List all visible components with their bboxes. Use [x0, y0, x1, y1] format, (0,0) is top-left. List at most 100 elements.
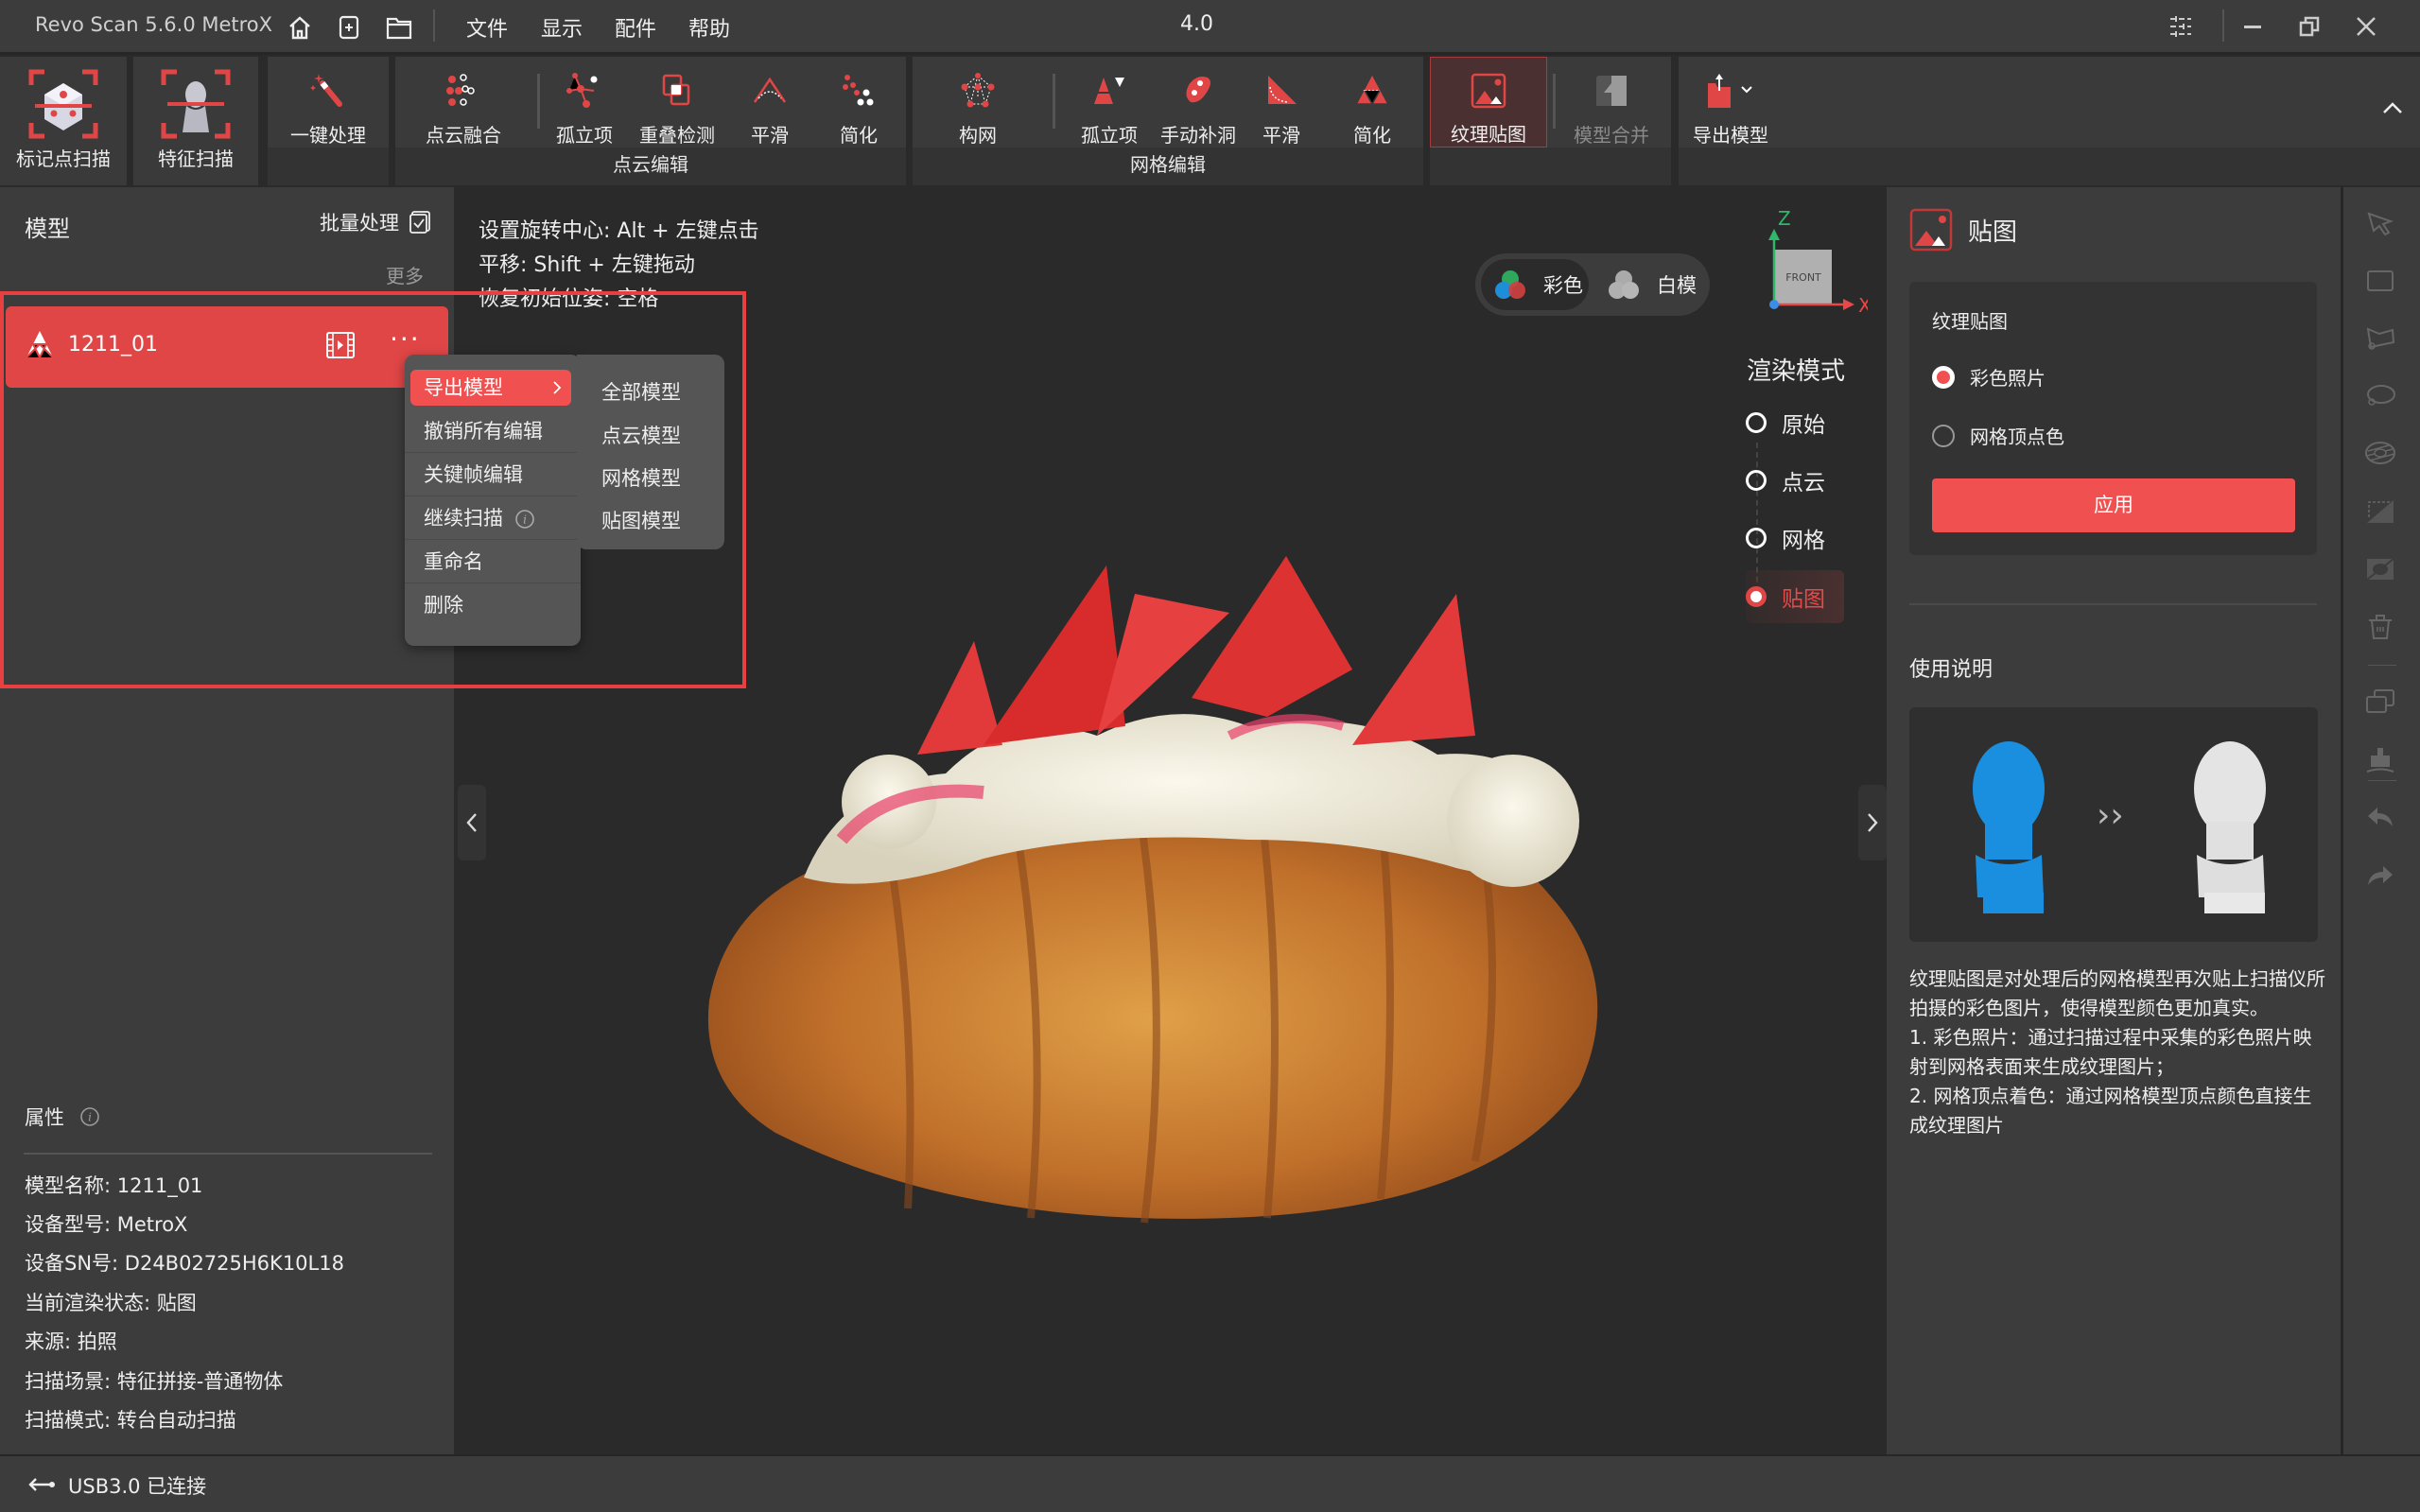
option-vertex-color[interactable]: 网格顶点色	[1932, 422, 2064, 449]
render-mode-original[interactable]: 原始	[1746, 399, 1844, 446]
option-color-photo-label: 彩色照片	[1970, 367, 2046, 390]
ctx-export-model[interactable]: 导出模型	[410, 370, 571, 406]
isolated-mesh-label: 孤立项	[1081, 124, 1138, 147]
mesh-simplify-button[interactable]: 简化	[1334, 57, 1410, 148]
ctx-continue-scan[interactable]: 继续扫描 i	[405, 496, 581, 540]
connection-status: USB3.0 已连接	[68, 1475, 207, 1498]
isolated-points-button[interactable]: 孤立项	[547, 57, 622, 148]
fill-hole-button[interactable]: 手动补洞	[1151, 57, 1245, 148]
collapse-left-panel-button[interactable]	[458, 785, 486, 860]
meshing-button[interactable]: 构网	[935, 57, 1020, 148]
sub-texture-model[interactable]: 贴图模型	[601, 506, 681, 534]
overlap-detect-button[interactable]: 重叠检测	[630, 57, 724, 148]
merge-model-label: 模型合并	[1574, 124, 1649, 147]
apply-button[interactable]: 应用	[1932, 478, 2295, 532]
menu-view[interactable]: 显示	[541, 12, 583, 43]
home-icon[interactable]	[284, 11, 316, 43]
white-mode-label: 白模	[1657, 274, 1697, 297]
isolated-mesh-button[interactable]: 孤立项	[1062, 57, 1157, 148]
option-color-photo[interactable]: 彩色照片	[1932, 363, 2046, 391]
redo-button[interactable]	[2357, 860, 2404, 891]
feature-scan-group: 特征扫描	[133, 57, 258, 185]
mesh-smooth-button[interactable]: 平滑	[1244, 57, 1319, 148]
marker-scan-button[interactable]: 标记点扫描	[0, 57, 127, 185]
rect-select-tool[interactable]	[2357, 266, 2404, 296]
open-folder-icon[interactable]	[383, 11, 415, 43]
prop-model-name: 模型名称: 1211_01	[25, 1174, 203, 1197]
info-icon: i	[515, 510, 534, 529]
brush-icon	[2366, 748, 2394, 773]
one-click-label: 一键处理	[290, 124, 366, 147]
menu-help[interactable]: 帮助	[688, 12, 730, 43]
sub-mesh-model[interactable]: 网格模型	[601, 463, 681, 492]
smooth-label: 平滑	[751, 124, 789, 147]
render-mode-point-cloud[interactable]: 点云	[1746, 457, 1844, 504]
export-model-label: 导出模型	[1693, 124, 1768, 147]
option-vertex-color-label: 网格顶点色	[1970, 426, 2064, 448]
texture-map-icon	[1909, 208, 1953, 252]
marker-scan-label: 标记点扫描	[16, 148, 111, 170]
ctx-rename[interactable]: 重命名	[405, 540, 581, 583]
select-tool[interactable]	[2357, 208, 2404, 238]
polygon-select-icon	[2366, 327, 2395, 350]
meshing-icon	[951, 64, 1004, 116]
new-project-icon[interactable]	[333, 11, 365, 43]
prop-device-model: 设备型号: MetroX	[25, 1213, 188, 1236]
invert-select-tool[interactable]	[2357, 554, 2404, 584]
close-button[interactable]	[2349, 9, 2383, 43]
color-mode-white[interactable]: 白模	[1594, 259, 1704, 310]
gizmo-x-label: X	[1858, 294, 1868, 317]
sub-all-models[interactable]: 全部模型	[601, 377, 681, 406]
color-mode-color[interactable]: 彩色	[1481, 259, 1589, 310]
more-link[interactable]: 更多	[386, 261, 424, 288]
simplify-button[interactable]: 简化	[821, 57, 897, 148]
brush-tool[interactable]	[2357, 745, 2404, 775]
export-icon	[1704, 64, 1757, 116]
merge-model-button[interactable]: 模型合并	[1558, 57, 1664, 148]
white-circles-icon	[1609, 270, 1639, 299]
model-name: 1211_01	[68, 333, 158, 356]
copy-tool[interactable]	[2357, 686, 2404, 717]
collapse-ribbon-icon[interactable]	[2382, 93, 2403, 121]
settings-sliders-icon[interactable]	[2164, 9, 2198, 43]
divider	[2222, 9, 2224, 42]
undo-button[interactable]	[2357, 802, 2404, 832]
render-mode-texture[interactable]: 贴图	[1746, 570, 1844, 623]
plane-cut-tool[interactable]	[2357, 496, 2404, 527]
usb-icon	[28, 1478, 55, 1491]
group-label-empty	[1679, 148, 2420, 185]
mesh-group-label: 网格编辑	[913, 148, 1423, 185]
menu-file[interactable]: 文件	[466, 12, 508, 43]
mesh-model-icon	[26, 331, 54, 359]
ctx-keyframe-edit[interactable]: 关键帧编辑	[405, 453, 581, 496]
select-through-tool[interactable]	[2357, 438, 2404, 468]
model-list-item[interactable]: 1211_01 ···	[6, 306, 448, 388]
render-mode-mesh[interactable]: 网格	[1746, 514, 1844, 562]
texture-map-button[interactable]: 纹理贴图	[1430, 57, 1547, 148]
collapse-right-panel-button[interactable]	[1858, 785, 1887, 860]
divider	[2368, 780, 2396, 781]
orientation-gizmo[interactable]: FRONT Z X	[1754, 206, 1868, 320]
lasso-select-tool[interactable]	[2357, 381, 2404, 411]
smooth-button[interactable]: 平滑	[732, 57, 808, 148]
point-fusion-button[interactable]: 点云融合	[410, 57, 516, 148]
feature-scan-button[interactable]: 特征扫描	[133, 57, 258, 185]
radio-icon	[1932, 424, 1955, 447]
ctx-delete[interactable]: 删除	[405, 583, 581, 627]
divider	[2368, 665, 2396, 666]
more-options-icon[interactable]: ···	[390, 323, 421, 355]
prop-scan-mode: 扫描模式: 转台自动扫描	[25, 1409, 236, 1432]
scan-mode-group: 标记点扫描	[0, 57, 127, 185]
one-click-process-button[interactable]: 一键处理	[268, 57, 389, 148]
sub-point-cloud-model[interactable]: 点云模型	[601, 421, 681, 449]
export-model-button[interactable]: 导出模型	[1679, 57, 1783, 148]
batch-process-button[interactable]: 批量处理	[320, 208, 431, 236]
ctx-undo-all-edits[interactable]: 撤销所有编辑	[405, 409, 581, 453]
minimize-button[interactable]	[2236, 9, 2270, 43]
restore-button[interactable]	[2292, 9, 2326, 43]
divider	[1553, 74, 1556, 129]
polygon-select-tool[interactable]	[2357, 323, 2404, 354]
delete-tool[interactable]	[2357, 612, 2404, 642]
menu-accessories[interactable]: 配件	[615, 12, 656, 43]
mesh-edit-group: 构网 孤立项 手动补洞 平滑 简化 网格编辑	[913, 57, 1423, 185]
